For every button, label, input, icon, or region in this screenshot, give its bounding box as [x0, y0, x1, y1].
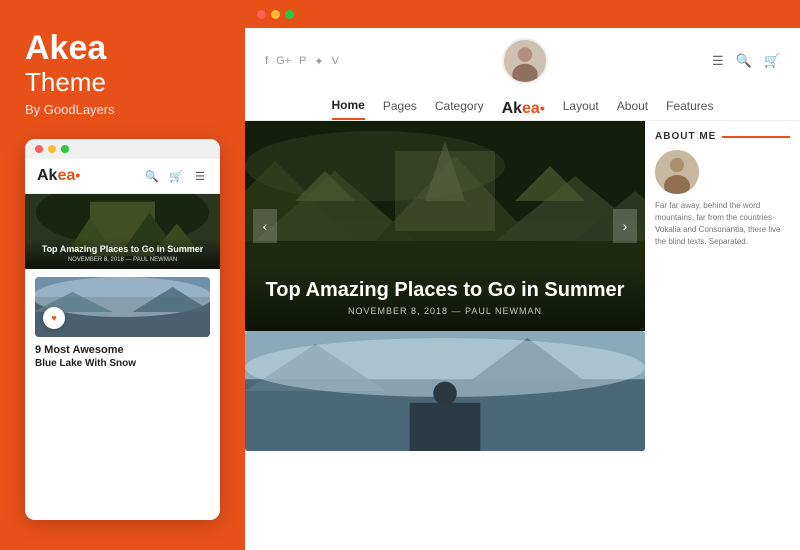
nav-item-pages[interactable]: Pages	[383, 99, 417, 119]
desktop-hero: Top Amazing Places to Go in Summer NOVEM…	[245, 121, 645, 331]
desktop-avatar	[502, 38, 548, 84]
desktop-main: Top Amazing Places to Go in Summer NOVEM…	[245, 121, 645, 550]
sidebar-avatar	[655, 150, 699, 194]
nav-item-features[interactable]: Features	[666, 99, 713, 119]
desktop-content: Top Amazing Places to Go in Summer NOVEM…	[245, 121, 800, 550]
vimeo-icon[interactable]: V	[332, 55, 339, 67]
pinterest-icon[interactable]: P	[299, 55, 306, 67]
nav-item-category[interactable]: Category	[435, 99, 484, 119]
twitter-icon[interactable]: ✦	[314, 55, 323, 68]
left-panel: Akea Theme By GoodLayers Akea• 🔍 🛒 ☰	[0, 0, 245, 550]
mobile-dot-yellow	[48, 145, 56, 153]
mobile-article-image: ♥ 789	[35, 277, 210, 337]
mobile-hero-title: Top Amazing Places to Go in Summer	[33, 244, 212, 256]
desktop-nav-logo: Akea•	[502, 100, 545, 118]
desktop-browser: f G+ P ✦ V ☰	[245, 28, 800, 550]
desktop-dot-yellow	[271, 10, 280, 19]
right-panel: f G+ P ✦ V ☰	[245, 0, 800, 550]
search-icon[interactable]: 🔍	[736, 53, 752, 69]
cart-icon[interactable]: 🛒	[764, 53, 780, 69]
mobile-hero-meta: NOVEMBER 8, 2018 — PAUL NEWMAN	[33, 257, 212, 263]
mobile-nav-icons: 🔍 🛒 ☰	[144, 168, 208, 184]
nav-item-layout[interactable]: Layout	[563, 99, 599, 119]
mobile-article-title: 9 Most Awesome	[35, 343, 210, 357]
sidebar-about-label: ABOUT ME	[655, 131, 790, 142]
desktop-topbar	[245, 0, 800, 28]
desktop-hero-title: Top Amazing Places to Go in Summer	[265, 279, 625, 302]
sidebar-text: Far far away, behind the word mountains,…	[655, 200, 790, 248]
mobile-topbar	[25, 139, 220, 159]
desktop-dot-green	[285, 10, 294, 19]
desktop-hero-overlay: Top Amazing Places to Go in Summer NOVEM…	[245, 264, 645, 331]
social-icons: f G+ P ✦ V	[265, 55, 339, 68]
menu-icon[interactable]: ☰	[192, 168, 208, 184]
mobile-dot-red	[35, 145, 43, 153]
brand-subtitle: Theme	[25, 67, 220, 98]
search-icon[interactable]: 🔍	[144, 168, 160, 184]
hero-next-button[interactable]: ›	[613, 209, 637, 243]
desktop-header-right: ☰ 🔍 🛒	[712, 53, 780, 69]
facebook-icon[interactable]: f	[265, 55, 268, 67]
heart-icon: ♥	[51, 313, 56, 323]
mobile-logo-accent: ea	[57, 167, 75, 184]
nav-item-home[interactable]: Home	[332, 98, 365, 120]
like-count: 789	[39, 329, 49, 335]
brand-by: By GoodLayers	[25, 102, 220, 117]
desktop-article-image	[245, 331, 645, 451]
mobile-article-subtitle: Blue Lake With Snow	[35, 358, 210, 369]
hamburger-icon[interactable]: ☰	[712, 53, 724, 69]
desktop-header-top: f G+ P ✦ V ☰	[265, 38, 780, 84]
mobile-dot-green	[61, 145, 69, 153]
desktop-sidebar: ABOUT ME Far far away, behind the word m…	[645, 121, 800, 550]
googleplus-icon[interactable]: G+	[276, 55, 291, 67]
desktop-header: f G+ P ✦ V ☰	[245, 28, 800, 121]
sidebar-about-line	[722, 136, 790, 138]
desktop-nav: Home Pages Category Akea• Layout About F…	[265, 92, 780, 120]
hero-prev-button[interactable]: ‹	[253, 209, 277, 243]
desktop-logo-center	[502, 38, 548, 84]
mobile-preview-card: Akea• 🔍 🛒 ☰ Top Amazing Places	[25, 139, 220, 520]
cart-icon[interactable]: 🛒	[168, 168, 184, 184]
mobile-logo: Akea•	[37, 167, 80, 185]
mobile-nav: Akea• 🔍 🛒 ☰	[25, 159, 220, 194]
desktop-hero-meta: NOVEMBER 8, 2018 — PAUL NEWMAN	[265, 306, 625, 316]
nav-item-about[interactable]: About	[617, 99, 648, 119]
mobile-hero-overlay: Top Amazing Places to Go in Summer NOVEM…	[25, 238, 220, 270]
mobile-article: ♥ 789 9 Most Awesome Blue Lake With Snow	[25, 269, 220, 520]
brand-title: Akea	[25, 30, 220, 67]
mobile-hero: Top Amazing Places to Go in Summer NOVEM…	[25, 194, 220, 269]
desktop-dot-red	[257, 10, 266, 19]
